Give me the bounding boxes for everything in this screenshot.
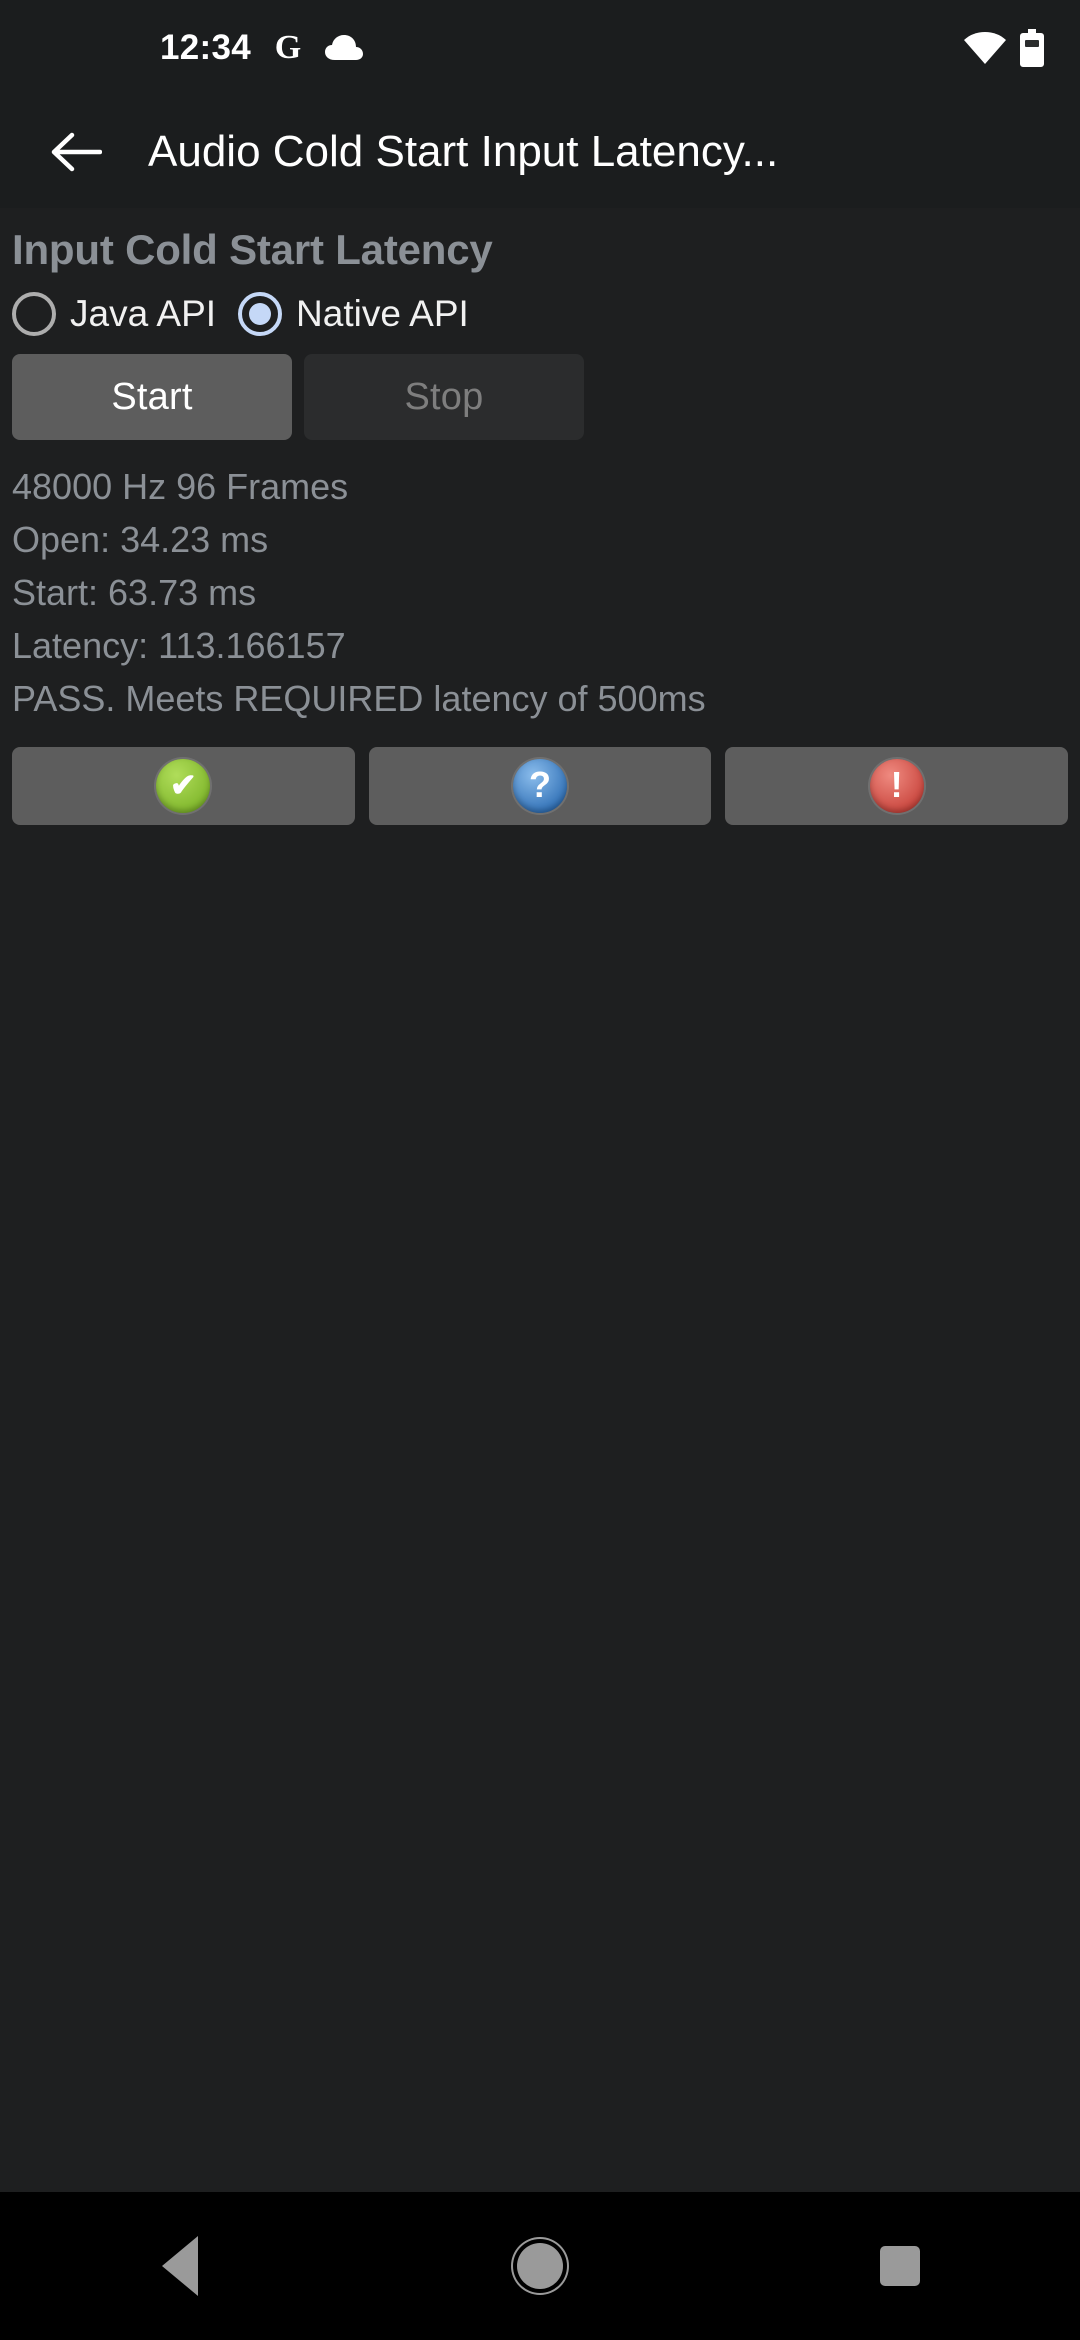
fail-exclamation-glyph: ! [890,764,903,806]
nav-home-icon[interactable] [480,2206,600,2326]
transport-buttons: Start Stop [12,344,1068,446]
main-content: Input Cold Start Latency Java API Native… [0,208,1080,2192]
pass-check-glyph: ✔ [169,767,197,804]
radio-unchecked-icon[interactable] [12,292,56,336]
radio-java-api-label: Java API [70,293,217,334]
result-line-start: Start: 63.73 ms [12,572,257,614]
status-bar-left: 12:34 G [160,28,364,68]
verdict-button-row: ✔ ? ! [12,735,1069,826]
status-bar-right [964,0,1044,96]
page-title: Audio Cold Start Input Latency... [148,127,779,176]
phone-screen: 12:34 G Audio Cold Start Input Latency..… [0,0,1080,2340]
results-text-block: 48000 Hz 96 Frames Open: 34.23 ms Start:… [12,446,1068,735]
info-question-glyph: ? [529,764,551,806]
google-g-icon: G [274,29,302,66]
stop-button: Stop [304,354,584,440]
info-button[interactable]: ? [368,747,712,826]
radio-native-api-label: Native API [296,293,469,334]
api-radio-group: Java API Native API [12,288,1068,344]
action-bar: Audio Cold Start Input Latency... [0,96,1080,208]
navigation-bar [0,2192,1080,2340]
radio-java-api[interactable]: Java API [12,292,216,336]
nav-recents-icon[interactable] [840,2206,960,2326]
radio-native-api[interactable]: Native API [238,292,469,336]
result-line-latency: Latency: 113.166157 [12,625,346,667]
info-question-icon: ? [513,759,567,814]
battery-icon [1020,29,1044,67]
status-clock: 12:34 [160,28,252,67]
pass-check-icon: ✔ [156,759,211,814]
result-line-format: 48000 Hz 96 Frames [12,466,349,507]
radio-checked-icon[interactable] [238,292,283,336]
result-line-verdict: PASS. Meets REQUIRED latency of 500ms [12,678,706,720]
section-title: Input Cold Start Latency [12,226,493,273]
status-bar: 12:34 G [0,0,1080,96]
pass-button[interactable]: ✔ [12,747,355,826]
result-line-open: Open: 34.23 ms [12,519,269,561]
fail-exclamation-icon: ! [869,759,924,814]
back-arrow-icon[interactable] [48,124,104,180]
nav-back-icon[interactable] [120,2206,240,2326]
cloud-icon [325,34,364,62]
fail-button[interactable]: ! [725,747,1069,826]
start-button[interactable]: Start [12,354,292,440]
wifi-icon [964,32,1006,64]
